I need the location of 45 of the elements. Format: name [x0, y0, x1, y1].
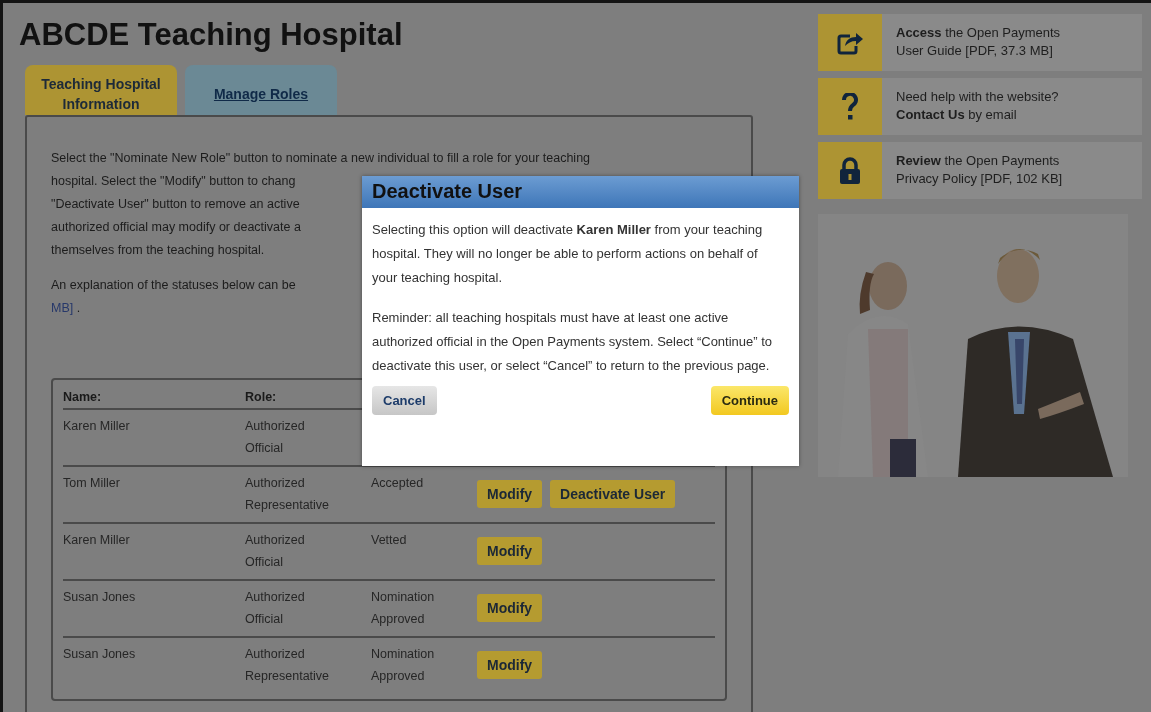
row-action-button[interactable]: Modify [477, 594, 543, 622]
tab[interactable]: Manage Roles [185, 65, 337, 115]
table-cell-text: Nomination Approved [371, 589, 435, 628]
row-action-button[interactable]: Modify [477, 651, 543, 679]
table-cell-text: Authorized Representative [245, 475, 330, 514]
paragraph-line: authorized official may modify or deactivate a [51, 219, 301, 236]
help-link-text: Access the Open Payments User Guide [PDF, 37.3 MB] [895, 24, 1061, 60]
help-link-card[interactable]: Need help with the website? Contact Us by email [818, 78, 1142, 135]
column-header: Name: [63, 390, 102, 404]
row-action-button[interactable]: Modify [477, 537, 543, 565]
continue-button[interactable]: Continue [710, 386, 789, 415]
table-cell-text: Susan Jones [63, 589, 136, 606]
cancel-button[interactable]: Cancel [372, 386, 437, 415]
row-action-button[interactable]: Deactivate User [550, 480, 676, 508]
help-link-card[interactable]: Access the Open Payments User Guide [PDF, 37.3 MB] [818, 14, 1142, 71]
help-link-text: Review the Open Payments Privacy Policy [PDF, 102 KB] [895, 152, 1063, 188]
document-link[interactable]: MB] [51, 301, 74, 315]
question-mark-icon [841, 92, 859, 121]
padlock-icon [839, 156, 861, 185]
paragraph-line: themselves from the teaching hospital. [51, 242, 265, 259]
table-cell-text: Tom Miller [63, 475, 120, 492]
table-cell-text: Karen Miller [63, 532, 130, 549]
dialog-reminder: Reminder: all teaching hospitals must have at least one active authorized official in the Open Payments system. Select “Continue” to deactivate this user, or select “Cancel” to return to the previous page. [372, 309, 774, 375]
share-arrow-icon [837, 30, 863, 55]
column-header: Role: [245, 390, 277, 404]
tab[interactable]: Teaching Hospital Information [25, 65, 177, 115]
help-link-text: Need help with the website? Contact Us by email [895, 88, 1059, 124]
help-link-card[interactable]: Review the Open Payments Privacy Policy [PDF, 102 KB] [818, 142, 1142, 199]
explanation-text: An explanation of the statuses below can be MB] . [51, 277, 296, 317]
table-cell-text: Accepted [371, 475, 424, 492]
table-cell-text: Authorized Representative [245, 646, 330, 685]
table-cell-text: Authorized Official [245, 589, 305, 628]
paragraph-line: hospital. Select the "Modify" button to chang [51, 173, 296, 190]
table-cell-text: Karen Miller [63, 418, 130, 435]
table-cell-text: Vetted [371, 532, 407, 549]
dialog-message: Selecting this option will deactivate Karen Miller from your teaching hospital. They will no longer be able to perform actions on behalf of your teaching hospital. [372, 221, 764, 287]
row-action-button[interactable]: Modify [477, 480, 543, 508]
page-title: ABCDE Teaching Hospital [19, 17, 403, 53]
paragraph-line: "Deactivate User" button to remove an active [51, 196, 300, 213]
table-cell-text: Susan Jones [63, 646, 136, 663]
table-cell-text: Authorized Official [245, 418, 305, 457]
table-cell-text: Authorized Official [245, 532, 305, 571]
dialog-title: Deactivate User [362, 176, 799, 208]
table-cell-text: Nomination Approved [371, 646, 435, 685]
paragraph-line: Select the "Nominate New Role" button to nominate a new individual to fill a role for your teaching [51, 150, 591, 167]
